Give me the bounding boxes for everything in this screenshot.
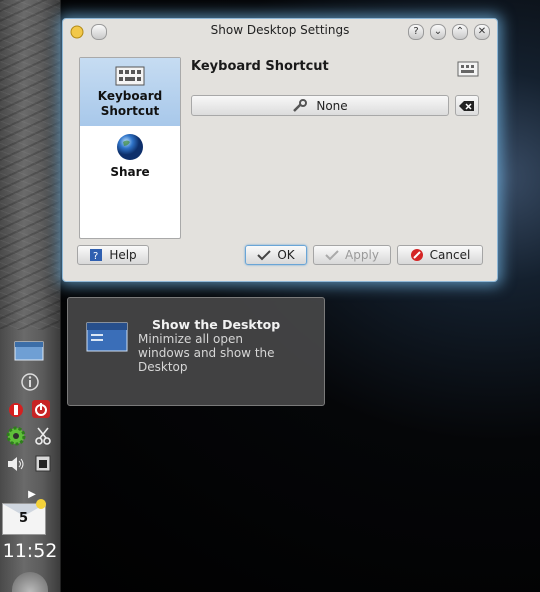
page-list: Keyboard Shortcut Share (79, 57, 181, 239)
show-desktop-settings-dialog: Show Desktop Settings ? ⌄ ⌃ ✕ Keyboard S… (62, 18, 498, 282)
apply-button[interactable]: Apply (313, 245, 391, 265)
show-desktop-icon[interactable] (14, 340, 44, 362)
tooltip-title: Show the Desktop (152, 317, 281, 332)
mail-count: 5 (19, 511, 29, 526)
help-button-label: Help (109, 248, 137, 262)
shortcut-value: None (316, 98, 348, 113)
help-book-icon: ? (90, 249, 103, 262)
power-icon[interactable] (31, 399, 51, 419)
tooltip-description: Minimize all open windows and show the D… (138, 332, 275, 374)
panel-clock[interactable]: 11:52 (0, 540, 60, 562)
vertical-panel: ▶ 5 11:52 (0, 0, 61, 592)
close-button[interactable]: ✕ (474, 24, 490, 40)
new-mail-star-icon (36, 499, 46, 509)
shortcut-capture-button[interactable]: None (191, 95, 449, 116)
clear-shortcut-button[interactable] (455, 95, 479, 116)
volume-icon[interactable] (6, 454, 26, 474)
settings-gear-icon[interactable] (6, 426, 26, 446)
stop-icon[interactable] (6, 400, 26, 420)
page-item-share[interactable]: Share (80, 132, 180, 182)
mail-notification[interactable]: 5 (2, 499, 46, 535)
globe-icon (117, 134, 143, 160)
ok-button-label: OK (277, 248, 295, 262)
device-manager-icon[interactable] (33, 453, 53, 473)
help-button[interactable]: ? Help (77, 245, 149, 265)
maximize-button[interactable]: ⌃ (452, 24, 468, 40)
section-title: Keyboard Shortcut (191, 59, 329, 74)
apply-button-label: Apply (345, 248, 379, 262)
cancel-button[interactable]: Cancel (397, 245, 483, 265)
apply-checkmark-icon (325, 250, 339, 261)
page-label-line2: Shortcut (100, 104, 160, 118)
panel-wallpaper-sketch (0, 0, 60, 330)
cancel-button-label: Cancel (429, 248, 471, 262)
titlebar[interactable]: Show Desktop Settings ? ⌄ ⌃ ✕ (63, 19, 497, 43)
info-icon[interactable] (20, 372, 40, 392)
page-label-share: Share (110, 165, 150, 179)
minimize-button[interactable]: ⌄ (430, 24, 446, 40)
page-label-line1: Keyboard (97, 89, 163, 103)
keyboard-header-icon (457, 61, 479, 77)
backspace-clear-icon (459, 100, 474, 111)
show-desktop-tooltip: Show the Desktop Minimize all open windo… (67, 297, 325, 406)
help-titlebar-button[interactable]: ? (408, 24, 424, 40)
svg-text:?: ? (93, 251, 98, 262)
cancel-icon (410, 249, 423, 261)
scissors-icon[interactable] (33, 426, 53, 446)
keyboard-icon (115, 66, 145, 86)
ok-button[interactable]: OK (245, 245, 307, 265)
show-desktop-tooltip-icon (86, 322, 128, 352)
wrench-icon (293, 98, 308, 112)
page-item-keyboard-shortcut[interactable]: Keyboard Shortcut (80, 58, 180, 126)
kickoff-launcher-icon[interactable] (12, 572, 48, 592)
checkmark-icon (257, 250, 272, 261)
